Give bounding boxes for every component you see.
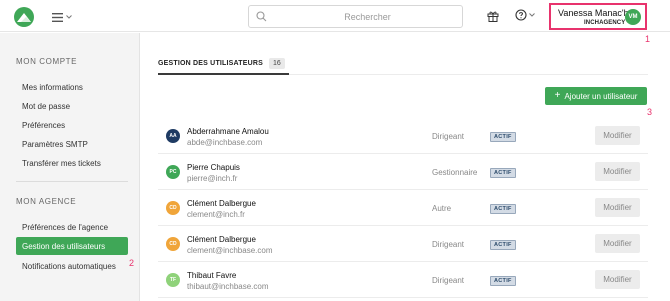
modify-button[interactable]: Modifier — [595, 270, 640, 289]
user-role: Gestionnaire — [432, 168, 478, 177]
status-badge: ACTIF — [490, 204, 516, 214]
user-name: Clément Dalbergue — [187, 235, 256, 244]
sidebar-item-smtp[interactable]: Paramètres SMTP — [16, 135, 128, 153]
status-badge: ACTIF — [490, 240, 516, 250]
sidebar-item-notifications[interactable]: Notifications automatiques — [16, 257, 128, 275]
user-name: Vanessa Manac'h — [558, 8, 629, 18]
sidebar-item-gestion-utilisateurs[interactable]: Gestion des utilisateurs — [16, 237, 128, 255]
table-row: CD Clément Dalbergue clement@inchbase.com D… — [158, 226, 648, 262]
annotation-2: 2 — [129, 258, 135, 268]
section-title-agency: MON AGENCE — [16, 197, 77, 206]
avatar: CD — [166, 201, 180, 215]
modify-button[interactable]: Modifier — [595, 162, 640, 181]
user-role: Dirigeant — [432, 276, 465, 285]
top-bar: Vanessa Manac'h INCHAGENCY VM — [0, 0, 670, 32]
user-email: thibaut@inchbase.com — [187, 282, 269, 291]
avatar: CD — [166, 237, 180, 251]
avatar: TF — [166, 273, 180, 287]
search-input[interactable] — [275, 8, 460, 25]
user-organization: INCHAGENCY — [584, 20, 626, 26]
user-role: Autre — [432, 204, 452, 213]
user-name: Pierre Chapuis — [187, 163, 240, 172]
add-user-label: Ajouter un utilisateur — [564, 91, 638, 101]
sidebar-item-mot-de-passe[interactable]: Mot de passe — [16, 97, 128, 115]
search-icon — [256, 11, 267, 22]
table-row: AA Abderrahmane Amalou abde@inchbase.com Di… — [158, 118, 648, 154]
section-title-account: MON COMPTE — [16, 57, 78, 66]
user-name: Abderrahmane Amalou — [187, 127, 269, 136]
annotation-3: 3 — [647, 107, 653, 117]
sidebar-divider — [16, 181, 128, 182]
modify-button[interactable]: Modifier — [595, 198, 640, 217]
modify-button[interactable]: Modifier — [595, 126, 640, 145]
sidebar-item-mes-informations[interactable]: Mes informations — [16, 78, 128, 96]
hamburger-menu-icon[interactable] — [52, 10, 76, 24]
user-name: Clément Dalbergue — [187, 199, 256, 208]
tab-active-underline — [158, 73, 289, 75]
add-user-button[interactable]: + Ajouter un utilisateur — [545, 87, 647, 105]
plus-icon: + — [554, 90, 561, 101]
sidebar-item-transferer-tickets[interactable]: Transférer mes tickets — [16, 154, 128, 172]
user-email: abde@inchbase.com — [187, 138, 263, 147]
chevron-down-icon — [529, 13, 535, 17]
sidebar: MON COMPTE Mes informations Mot de passe… — [0, 33, 140, 301]
status-badge: ACTIF — [490, 132, 516, 142]
count-badge: 16 — [269, 57, 285, 69]
user-name: Thibaut Favre — [187, 271, 237, 280]
sidebar-item-preferences-agence[interactable]: Préférences de l'agence — [16, 218, 128, 236]
chevron-down-icon — [66, 15, 72, 19]
search-box — [248, 5, 463, 28]
tab-gestion-utilisateurs[interactable]: GESTION DES UTILISATEURS 16 — [158, 53, 285, 73]
status-badge: ACTIF — [490, 276, 516, 286]
gift-icon[interactable] — [487, 9, 499, 27]
sidebar-item-preferences[interactable]: Préférences — [16, 116, 128, 134]
avatar: AA — [166, 129, 180, 143]
tab-label: GESTION DES UTILISATEURS — [158, 59, 264, 67]
user-email: clement@inchbase.com — [187, 246, 273, 255]
modify-button[interactable]: Modifier — [595, 234, 640, 253]
status-badge: ACTIF — [490, 168, 516, 178]
mountain-logo-icon[interactable] — [14, 7, 34, 27]
avatar: VM — [625, 9, 641, 25]
table-row: TF Thibaut Favre thibaut@inchbase.com Dirig… — [158, 262, 648, 298]
help-circle-icon[interactable] — [515, 9, 535, 21]
table-row: PC Pierre Chapuis pierre@inch.fr Gestionnai… — [158, 154, 648, 190]
user-email: pierre@inch.fr — [187, 174, 238, 183]
user-email: clement@inch.fr — [187, 210, 245, 219]
user-role: Dirigeant — [432, 132, 465, 141]
table-row: CD Clément Dalbergue clement@inch.fr Autre A… — [158, 190, 648, 226]
user-menu[interactable]: Vanessa Manac'h INCHAGENCY VM — [549, 3, 647, 30]
annotation-1: 1 — [645, 34, 651, 44]
avatar: PC — [166, 165, 180, 179]
user-role: Dirigeant — [432, 240, 465, 249]
